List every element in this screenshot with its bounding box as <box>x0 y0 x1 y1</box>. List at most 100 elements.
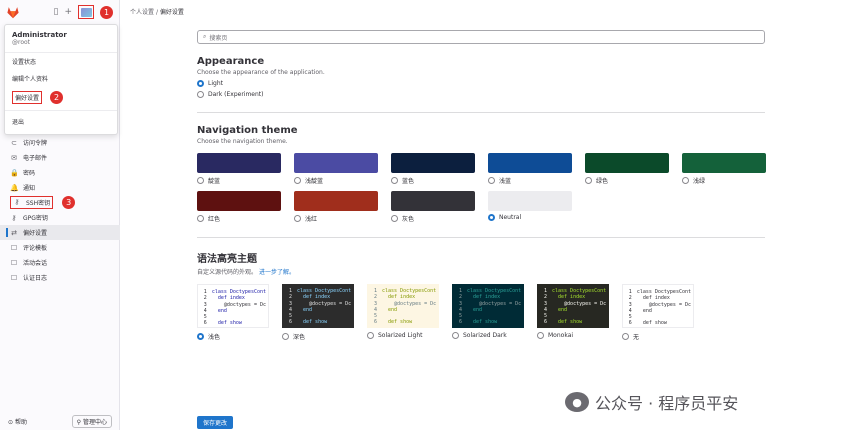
search-input[interactable]: ⌕ 搜索页 <box>197 30 765 44</box>
theme-radio[interactable]: 浅绿 <box>682 176 766 185</box>
code-preview[interactable]: 1 2 3 4 5 6 class DoctypesCont def index … <box>282 284 354 328</box>
theme-radio[interactable]: 绿色 <box>585 176 669 185</box>
theme-radio[interactable]: 浅靛蓝 <box>294 176 378 185</box>
theme-radio[interactable]: 红色 <box>197 214 281 223</box>
theme-radio[interactable]: 浅红 <box>294 214 378 223</box>
theme-option[interactable]: 蓝色 <box>391 153 475 185</box>
code-preview[interactable]: 1 2 3 4 5 6 class DoctypesCont def index … <box>537 284 609 328</box>
user-dropdown-menu: Administrator @root 设置状态 编辑个人资料 偏好设置 2 退… <box>4 24 118 135</box>
theme-option[interactable]: 浅靛蓝 <box>294 153 378 185</box>
theme-option[interactable]: 浅绿 <box>682 153 766 185</box>
theme-swatch[interactable] <box>294 153 378 173</box>
theme-radio[interactable]: 靛蓝 <box>197 176 281 185</box>
dropdown-user-info[interactable]: Administrator @root <box>5 29 117 53</box>
theme-swatch[interactable] <box>391 191 475 211</box>
save-changes-button[interactable]: 保存更改 <box>197 416 233 429</box>
theme-radio[interactable]: 浅蓝 <box>488 176 572 185</box>
syntax-theme-option[interactable]: 1 2 3 4 5 6 class DoctypesCont def index … <box>537 284 609 341</box>
admin-label: 管理中心 <box>82 419 107 426</box>
sidebar-item-label: 电子邮件 <box>23 155 48 162</box>
theme-option[interactable]: 浅蓝 <box>488 153 572 185</box>
navigation-theme-desc: Choose the navigation theme. <box>197 138 288 145</box>
new-item-icon[interactable]: + <box>64 7 72 17</box>
theme-option[interactable]: 红色 <box>197 191 281 223</box>
user-avatar-button[interactable] <box>78 5 94 19</box>
breadcrumb-parent[interactable]: 个人设置 <box>130 9 154 16</box>
theme-option[interactable]: 浅红 <box>294 191 378 223</box>
sidebar-item-2[interactable]: ✉ 电子邮件 <box>0 150 120 165</box>
syntax-radio[interactable]: 深色 <box>282 332 354 341</box>
line-numbers: 1 2 3 4 5 6 <box>288 288 292 326</box>
code-line: def show <box>467 319 498 326</box>
code-line: def show <box>297 319 328 326</box>
menu-item-set-status[interactable]: 设置状态 <box>5 53 117 70</box>
theme-option[interactable]: 灰色 <box>391 191 475 223</box>
theme-swatch[interactable] <box>197 153 281 173</box>
radio-dot <box>452 332 459 339</box>
radio-dot <box>537 332 544 339</box>
appearance-light-radio[interactable]: Light <box>197 80 765 87</box>
menu-item-sign-out[interactable]: 退出 <box>5 113 117 130</box>
menu-item-edit-profile[interactable]: 编辑个人资料 <box>5 70 117 87</box>
step-badge-1: 1 <box>100 5 113 19</box>
sidebar-item-4[interactable]: 🔔 通知 <box>0 180 120 195</box>
syntax-theme-option[interactable]: 1 2 3 4 5 6 class DoctypesCont def index … <box>367 284 439 341</box>
sidebar-item-label: 访问令牌 <box>23 140 48 147</box>
sidebar-toggle-icon[interactable]: ▯ <box>54 7 59 17</box>
syntax-radio[interactable]: Solarized Light <box>367 332 439 339</box>
sidebar-item-label: 评论模板 <box>23 245 48 252</box>
code-text: class DoctypesCont def index @doctypes =… <box>467 288 521 326</box>
watermark-text: 公众号 · 程序员平安 <box>595 394 739 413</box>
syntax-theme-title: 语法高亮主题 <box>197 254 257 265</box>
code-preview[interactable]: 1 2 3 4 5 6 class DoctypesCont def index … <box>197 284 269 328</box>
syntax-radio[interactable]: Solarized Dark <box>452 332 524 339</box>
syntax-theme-option[interactable]: 1 2 3 4 5 6 class DoctypesCont def index … <box>197 284 269 341</box>
learn-more-link[interactable]: 进一步了解。 <box>259 269 295 276</box>
code-preview[interactable]: 1 2 3 4 5 6 class DoctypesCont def index … <box>452 284 524 328</box>
theme-label: 浅绿 <box>693 178 706 185</box>
code-preview[interactable]: 1 2 3 4 5 6 class DoctypesCont def index … <box>622 284 694 328</box>
theme-radio[interactable]: 蓝色 <box>391 176 475 185</box>
sidebar-item-8[interactable]: ☐ 评论模板 <box>0 240 120 255</box>
radio-dot <box>488 214 495 221</box>
sidebar-item-6[interactable]: ⚷ GPG密钥 <box>0 210 120 225</box>
sidebar-item-label: 认证日志 <box>23 275 48 282</box>
code-line: @doctypes = Dc <box>552 300 607 307</box>
syntax-radio[interactable]: 浅色 <box>197 332 269 341</box>
syntax-radio[interactable]: Monokai <box>537 332 609 339</box>
theme-swatch[interactable] <box>294 191 378 211</box>
comment-icon: ☐ <box>10 243 18 252</box>
theme-swatch[interactable] <box>682 153 766 173</box>
theme-swatch[interactable] <box>391 153 475 173</box>
theme-swatch[interactable] <box>488 153 572 173</box>
theme-option[interactable]: 靛蓝 <box>197 153 281 185</box>
syntax-theme-option[interactable]: 1 2 3 4 5 6 class DoctypesCont def index … <box>622 284 694 341</box>
radio-dot <box>391 177 398 184</box>
theme-label: 蓝色 <box>402 178 415 185</box>
gitlab-logo-icon[interactable] <box>6 5 20 19</box>
sidebar-item-1[interactable]: ⊂ 访问令牌 <box>0 135 120 150</box>
theme-radio[interactable]: Neutral <box>488 214 572 221</box>
sidebar-item-3[interactable]: 🔒 密码 <box>0 165 120 180</box>
theme-swatch[interactable] <box>197 191 281 211</box>
radio-label: Light <box>208 80 223 87</box>
sidebar-item-9[interactable]: ☐ 活动会话 <box>0 255 120 270</box>
admin-area-button[interactable]: ⚲ 管理中心 <box>71 415 112 428</box>
menu-item-preferences[interactable]: 偏好设置 <box>12 91 43 104</box>
lock-icon: 🔒 <box>10 168 19 177</box>
sidebar-item-5[interactable]: ⚷ SSH密钥 3 <box>0 195 120 210</box>
theme-swatch[interactable] <box>488 191 572 211</box>
theme-label: 靛蓝 <box>208 178 221 185</box>
sidebar-item-10[interactable]: ☐ 认证日志 <box>0 270 120 285</box>
code-preview[interactable]: 1 2 3 4 5 6 class DoctypesCont def index … <box>367 284 439 328</box>
theme-option[interactable]: Neutral <box>488 191 572 223</box>
theme-radio[interactable]: 灰色 <box>391 214 475 223</box>
theme-option[interactable]: 绿色 <box>585 153 669 185</box>
appearance-dark-radio[interactable]: Dark (Experiment) <box>197 91 765 98</box>
help-link[interactable]: ⊙ 帮助 <box>8 417 27 426</box>
sidebar-item-7[interactable]: ⇄ 偏好设置 <box>0 225 120 240</box>
syntax-radio[interactable]: 无 <box>622 332 694 341</box>
theme-swatch[interactable] <box>585 153 669 173</box>
syntax-theme-option[interactable]: 1 2 3 4 5 6 class DoctypesCont def index … <box>452 284 524 341</box>
syntax-theme-option[interactable]: 1 2 3 4 5 6 class DoctypesCont def index … <box>282 284 354 341</box>
